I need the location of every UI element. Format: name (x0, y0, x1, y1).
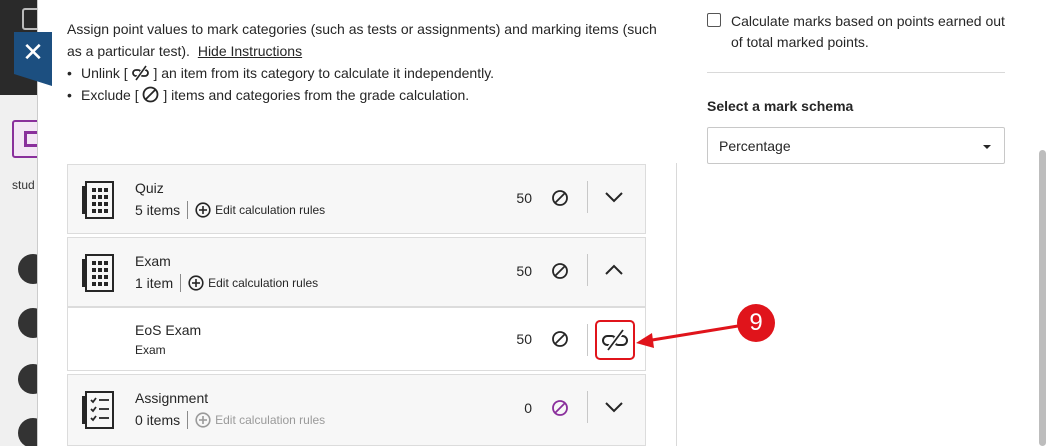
instructions-text: Assign point values to mark categories (… (67, 21, 657, 59)
category-row-exam: Exam 1 item Edit calculation rules 50 (67, 237, 646, 307)
unlink-icon (602, 328, 628, 352)
instruction-unlink: Unlink [ ] an item from its category to … (67, 62, 667, 84)
exclude-icon[interactable] (551, 399, 569, 417)
plus-circle-icon (188, 275, 204, 291)
chevron-down-icon[interactable] (603, 187, 625, 207)
exclude-icon (143, 86, 159, 103)
edit-calculation-rules-button[interactable]: Edit calculation rules (195, 202, 325, 218)
chevron-down-icon (983, 145, 991, 149)
separator (187, 411, 189, 429)
separator (587, 324, 588, 356)
category-title: Assignment (135, 390, 209, 406)
exclude-icon[interactable] (551, 330, 569, 348)
mark-schema-label: Select a mark schema (707, 98, 854, 114)
points-value[interactable]: 50 (508, 331, 532, 347)
item-category: Exam (135, 343, 166, 357)
points-value[interactable]: 0 (508, 400, 532, 416)
divider (707, 72, 1005, 73)
edit-calculation-rules-button[interactable]: Edit calculation rules (195, 412, 325, 428)
checklist-icon (82, 391, 114, 429)
item-count: 0 items (135, 412, 181, 428)
plus-circle-icon (195, 412, 211, 428)
category-row-quiz: Quiz 5 items Edit calculation rules 50 (67, 164, 646, 234)
edit-calculation-rules-button[interactable]: Edit calculation rules (188, 275, 318, 291)
scrollbar[interactable] (1039, 150, 1046, 446)
mark-schema-select[interactable]: Percentage (707, 127, 1005, 164)
item-title: EoS Exam (135, 322, 202, 338)
plus-circle-icon (195, 202, 211, 218)
category-meta: 1 item Edit calculation rules (135, 274, 318, 292)
item-count: 1 item (135, 275, 174, 291)
unlink-icon (131, 65, 149, 81)
points-value[interactable]: 50 (508, 263, 532, 279)
unlink-button[interactable] (595, 320, 635, 360)
instructions-list: Unlink [ ] an item from its category to … (67, 62, 667, 106)
category-title: Quiz (135, 180, 164, 196)
annotation-callout: 9 (737, 304, 775, 342)
column-divider (676, 163, 677, 446)
category-meta: 0 items Edit calculation rules (135, 411, 325, 429)
category-meta: 5 items Edit calculation rules (135, 201, 325, 219)
calculate-marks-label: Calculate marks based on points earned o… (731, 13, 1005, 50)
separator (180, 274, 182, 292)
category-title: Exam (135, 253, 171, 269)
hide-instructions-link[interactable]: Hide Instructions (198, 43, 302, 59)
separator (187, 201, 189, 219)
instruction-exclude: Exclude [ ] items and categories from th… (67, 84, 667, 106)
chevron-down-icon[interactable] (603, 397, 625, 417)
points-value[interactable]: 50 (508, 190, 532, 206)
chevron-up-icon[interactable] (603, 260, 625, 280)
separator (587, 181, 588, 213)
separator (587, 391, 588, 423)
mark-schema-value: Percentage (719, 138, 791, 154)
exclude-icon[interactable] (551, 262, 569, 280)
instructions: Assign point values to mark categories (… (67, 18, 667, 106)
item-row-eos-exam: EoS Exam Exam 50 (67, 307, 646, 371)
background-student-label: stud (12, 178, 35, 192)
separator (587, 254, 588, 286)
calculate-marks-checkbox[interactable] (707, 13, 721, 27)
close-panel-button[interactable]: ✕ (14, 32, 52, 86)
exam-calculator-icon (82, 254, 114, 292)
annotation-arrow (636, 324, 739, 348)
item-count: 5 items (135, 202, 181, 218)
quiz-calculator-icon (82, 181, 114, 219)
exclude-icon[interactable] (551, 189, 569, 207)
category-row-assignment: Assignment 0 items Edit calculation rule… (67, 374, 646, 446)
